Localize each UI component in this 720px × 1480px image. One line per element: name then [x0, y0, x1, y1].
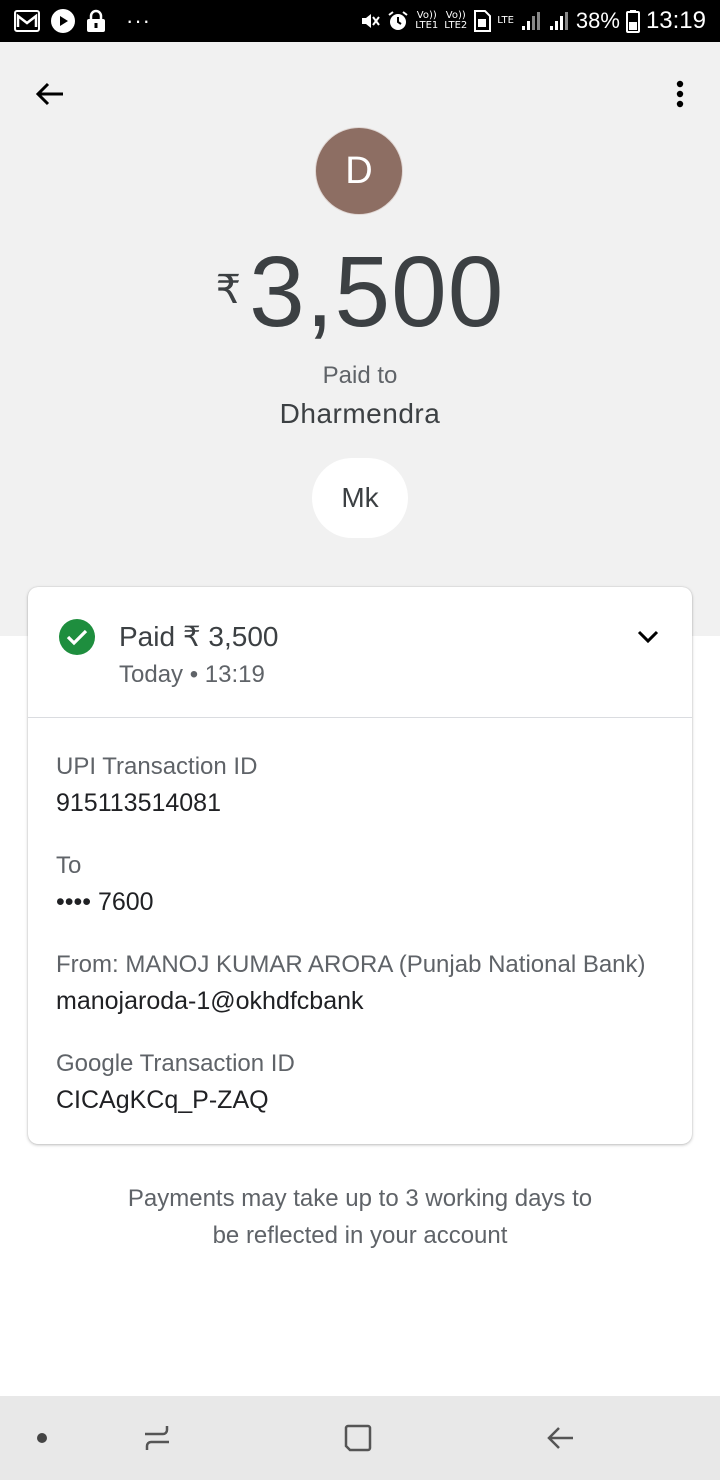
- alarm-icon: [387, 10, 409, 32]
- sim-icon: [473, 10, 492, 32]
- lock-icon: [86, 9, 106, 33]
- status-bar: ··· Vo)) LTE1 Vo)) LTE2 LTE 38% 13:19: [0, 0, 720, 42]
- battery-percentage: 38%: [575, 8, 620, 33]
- avatar[interactable]: D: [315, 127, 403, 215]
- amount-value: 3,500: [249, 236, 505, 348]
- detail-label: To: [56, 852, 82, 879]
- expand-button[interactable]: [634, 623, 662, 651]
- transaction-details-card: Paid ₹ 3,500 Today • 13:19 UPI Transacti…: [28, 587, 692, 1144]
- volte-sim1-indicator: Vo)) LTE1: [415, 10, 439, 31]
- dot-icon: [37, 1433, 47, 1443]
- recent-apps-button[interactable]: [135, 1418, 179, 1458]
- home-square-icon: [344, 1424, 372, 1452]
- volte-sim2-indicator: Vo)) LTE2: [444, 10, 468, 31]
- youtube-icon: [50, 8, 76, 34]
- mute-icon: [359, 10, 381, 32]
- upi-transaction-id: UPI Transaction ID 915113514081: [56, 753, 257, 818]
- note-line-1: Payments may take up to 3 working days t…: [127, 1185, 593, 1212]
- signal-icon-sim1: [520, 10, 542, 32]
- network-type: LTE: [497, 15, 514, 26]
- payment-amount: ₹ 3,500: [0, 237, 720, 347]
- detail-value: •••• 7600: [56, 888, 154, 916]
- payment-note: Mk: [312, 458, 408, 538]
- navigation-bar: [0, 1396, 720, 1480]
- signal-icon-sim2: [548, 10, 570, 32]
- nav-back-button[interactable]: [538, 1418, 582, 1458]
- paid-to-label: Paid to: [322, 362, 398, 389]
- recent-apps-icon: [145, 1426, 169, 1450]
- clock: 13:19: [645, 7, 706, 34]
- back-button[interactable]: [28, 72, 72, 116]
- recipient-account: To •••• 7600: [56, 852, 154, 917]
- detail-label: Google Transaction ID: [56, 1050, 295, 1077]
- arrow-left-icon: [35, 82, 63, 106]
- back-arrow-icon: [547, 1427, 573, 1449]
- google-transaction-id: Google Transaction ID CICAgKCq_P-ZAQ: [56, 1050, 295, 1115]
- detail-value: CICAgKCq_P-ZAQ: [56, 1086, 269, 1114]
- home-button[interactable]: [336, 1418, 380, 1458]
- more-options-button[interactable]: [662, 72, 698, 116]
- detail-value: 915113514081: [56, 789, 221, 817]
- check-circle-icon: [59, 619, 95, 655]
- detail-label: From: MANOJ KUMAR ARORA (Punjab National…: [56, 951, 646, 978]
- status-time: Today • 13:19: [119, 661, 265, 688]
- detail-label: UPI Transaction ID: [56, 753, 258, 780]
- processing-time-note: Payments may take up to 3 working days t…: [0, 1180, 720, 1254]
- status-title: Paid ₹ 3,500: [119, 621, 279, 652]
- note-line-2: be reflected in your account: [212, 1222, 508, 1249]
- detail-value: manojaroda-1@okhdfcbank: [56, 987, 364, 1015]
- payment-summary: D ₹ 3,500 Paid to Dharmendra Mk: [0, 42, 720, 636]
- nav-dot-button[interactable]: [20, 1418, 64, 1458]
- more-notifications-icon: ···: [126, 8, 151, 33]
- gmail-icon: [14, 10, 40, 32]
- sender-account: From: MANOJ KUMAR ARORA (Punjab National…: [56, 951, 646, 1016]
- payee-name: Dharmendra: [279, 398, 441, 429]
- more-vert-icon: [676, 80, 684, 108]
- currency-symbol: ₹: [215, 268, 242, 312]
- chevron-down-icon: [637, 630, 659, 644]
- battery-icon: [625, 9, 640, 33]
- transaction-status-header[interactable]: Paid ₹ 3,500 Today • 13:19: [28, 587, 692, 718]
